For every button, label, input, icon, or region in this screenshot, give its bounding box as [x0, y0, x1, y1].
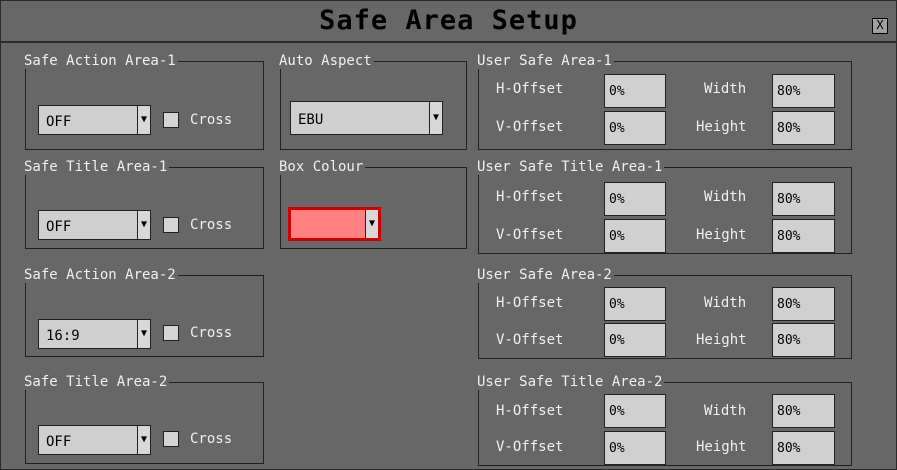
chevron-down-icon[interactable]: ▼: [429, 102, 442, 134]
safe-action-area-2-cross-checkbox[interactable]: [163, 325, 179, 341]
group-legend: User Safe Area-2: [477, 267, 612, 283]
h-offset-label: H-Offset: [496, 403, 564, 419]
group-legend: Safe Action Area-1: [24, 53, 176, 69]
user-safe-area-2-height-field[interactable]: 80%: [772, 323, 835, 357]
select-value: OFF: [46, 434, 72, 450]
cross-label: Cross: [190, 325, 233, 341]
user-safe-area-1-width-field[interactable]: 80%: [772, 74, 835, 108]
height-label: Height: [696, 332, 747, 348]
select-value: OFF: [46, 114, 72, 130]
group-legend: User Safe Title Area-1: [477, 159, 663, 175]
safe-title-area-2-select[interactable]: OFF ▼: [38, 425, 151, 455]
chevron-down-icon[interactable]: ▼: [137, 106, 150, 134]
h-offset-label: H-Offset: [496, 189, 564, 205]
chevron-down-icon[interactable]: ▼: [137, 211, 150, 239]
user-safe-title-area-1-width-field[interactable]: 80%: [772, 182, 835, 216]
safe-action-area-2-select[interactable]: 16:9 ▼: [38, 319, 151, 349]
user-safe-title-area-2-h-offset-field[interactable]: 0%: [604, 394, 666, 428]
box-colour-select[interactable]: ▼: [288, 207, 381, 241]
height-label: Height: [696, 119, 747, 135]
user-safe-area-1-v-offset-field[interactable]: 0%: [604, 111, 666, 145]
group-legend: Auto Aspect: [279, 53, 372, 69]
user-safe-title-area-1-height-field[interactable]: 80%: [772, 219, 835, 253]
cross-label: Cross: [190, 112, 233, 128]
user-safe-area-2-h-offset-field[interactable]: 0%: [604, 287, 666, 321]
width-label: Width: [704, 403, 747, 419]
chevron-down-icon[interactable]: ▼: [365, 210, 378, 238]
chevron-down-icon[interactable]: ▼: [137, 320, 150, 348]
user-safe-area-1-h-offset-field[interactable]: 0%: [604, 74, 666, 108]
user-safe-title-area-2-v-offset-field[interactable]: 0%: [604, 431, 666, 465]
safe-title-area-1-select[interactable]: OFF ▼: [38, 210, 151, 240]
width-label: Width: [704, 81, 747, 97]
safe-title-area-1-cross-checkbox[interactable]: [163, 217, 179, 233]
select-value: EBU: [298, 112, 324, 128]
group-legend: Safe Action Area-2: [24, 267, 176, 283]
user-safe-area-1-height-field[interactable]: 80%: [772, 111, 835, 145]
safe-area-setup-dialog: Safe Area Setup X Safe Action Area-1 OFF…: [0, 0, 897, 470]
safe-action-area-1-group: Safe Action Area-1: [24, 53, 264, 150]
h-offset-label: H-Offset: [496, 81, 564, 97]
v-offset-label: V-Offset: [496, 227, 564, 243]
group-legend: User Safe Title Area-2: [477, 374, 663, 390]
safe-title-area-2-cross-checkbox[interactable]: [163, 431, 179, 447]
h-offset-label: H-Offset: [496, 295, 564, 311]
user-safe-area-2-width-field[interactable]: 80%: [772, 287, 835, 321]
user-safe-title-area-2-width-field[interactable]: 80%: [772, 394, 835, 428]
user-safe-title-area-1-v-offset-field[interactable]: 0%: [604, 219, 666, 253]
cross-label: Cross: [190, 217, 233, 233]
user-safe-title-area-1-h-offset-field[interactable]: 0%: [604, 182, 666, 216]
group-legend: User Safe Area-1: [477, 53, 612, 69]
safe-action-area-1-select[interactable]: OFF ▼: [38, 105, 151, 135]
height-label: Height: [696, 439, 747, 455]
width-label: Width: [704, 189, 747, 205]
title-bar: Safe Area Setup X: [1, 1, 896, 43]
dialog-title: Safe Area Setup: [319, 5, 578, 36]
chevron-down-icon[interactable]: ▼: [137, 426, 150, 454]
select-value: 16:9: [46, 328, 80, 344]
v-offset-label: V-Offset: [496, 439, 564, 455]
safe-action-area-1-cross-checkbox[interactable]: [163, 112, 179, 128]
cross-label: Cross: [190, 431, 233, 447]
group-legend: Box Colour: [279, 159, 364, 175]
user-safe-title-area-2-height-field[interactable]: 80%: [772, 431, 835, 465]
select-value: OFF: [46, 219, 72, 235]
close-button[interactable]: X: [872, 18, 888, 34]
auto-aspect-select[interactable]: EBU ▼: [290, 101, 443, 135]
group-legend: Safe Title Area-1: [24, 159, 168, 175]
v-offset-label: V-Offset: [496, 332, 564, 348]
height-label: Height: [696, 227, 747, 243]
width-label: Width: [704, 295, 747, 311]
v-offset-label: V-Offset: [496, 119, 564, 135]
user-safe-area-2-v-offset-field[interactable]: 0%: [604, 323, 666, 357]
group-legend: Safe Title Area-2: [24, 374, 168, 390]
